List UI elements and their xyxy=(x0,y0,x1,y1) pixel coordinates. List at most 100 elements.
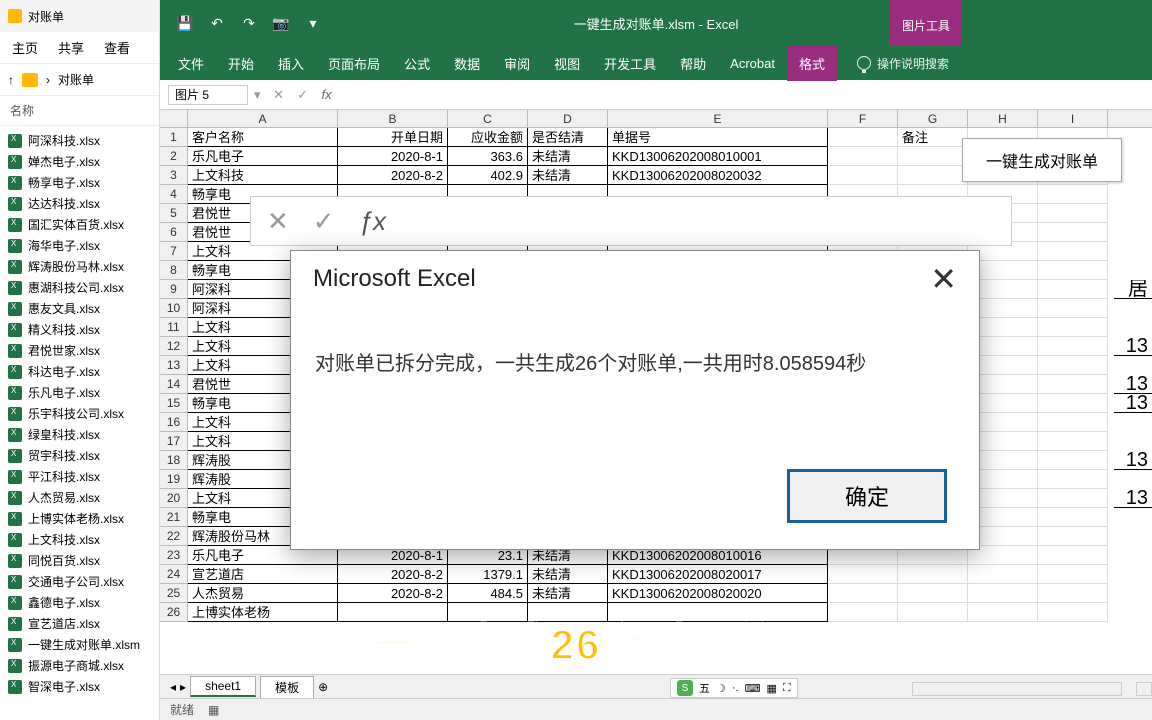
cell[interactable]: 484.5 xyxy=(448,584,528,603)
breadcrumb-folder[interactable]: 对账单 xyxy=(58,71,94,88)
file-item[interactable]: 乐宇科技公司.xlsx xyxy=(0,403,159,424)
cell[interactable] xyxy=(898,584,968,603)
file-item[interactable]: 平江科技.xlsx xyxy=(0,466,159,487)
row-header[interactable]: 16 xyxy=(160,413,188,432)
row-header[interactable]: 22 xyxy=(160,527,188,546)
column-header[interactable]: G xyxy=(898,110,968,127)
customize-icon[interactable]: ▾ xyxy=(302,12,324,34)
cell[interactable]: 上文科技 xyxy=(188,166,338,185)
file-item[interactable]: 君悦世家.xlsx xyxy=(0,340,159,361)
column-header[interactable]: C xyxy=(448,110,528,127)
menu-view[interactable]: 查看 xyxy=(104,38,130,57)
menu-home[interactable]: 主页 xyxy=(12,38,38,57)
cell[interactable] xyxy=(898,147,968,166)
cell[interactable] xyxy=(1038,413,1108,432)
file-item[interactable]: 国汇实体百货.xlsx xyxy=(0,214,159,235)
new-sheet-icon[interactable]: ⊕ xyxy=(318,680,328,694)
cell[interactable]: 402.9 xyxy=(448,166,528,185)
file-item[interactable]: 鑫德电子.xlsx xyxy=(0,592,159,613)
cell[interactable] xyxy=(1038,242,1108,261)
tab-nav-right[interactable]: ▸ xyxy=(180,680,186,694)
cell[interactable] xyxy=(1038,185,1108,204)
file-item[interactable]: 上文科技.xlsx xyxy=(0,529,159,550)
cell[interactable]: 开单日期 xyxy=(338,128,448,147)
cell[interactable] xyxy=(828,565,898,584)
file-item[interactable]: 达达科技.xlsx xyxy=(0,193,159,214)
column-header[interactable]: I xyxy=(1038,110,1108,127)
file-item[interactable]: 婵杰电子.xlsx xyxy=(0,151,159,172)
fx-icon[interactable]: fx xyxy=(315,87,339,102)
cell[interactable] xyxy=(1038,508,1108,527)
row-header[interactable]: 8 xyxy=(160,261,188,280)
row-header[interactable]: 26 xyxy=(160,603,188,622)
tab-acrobat[interactable]: Acrobat xyxy=(718,48,787,79)
camera-icon[interactable]: 📷 xyxy=(270,12,292,34)
file-item[interactable]: 人杰贸易.xlsx xyxy=(0,487,159,508)
cell[interactable]: 是否结清 xyxy=(528,128,608,147)
column-header-name[interactable]: 名称 xyxy=(0,96,159,126)
cell[interactable]: 未结清 xyxy=(528,584,608,603)
file-item[interactable]: 精义科技.xlsx xyxy=(0,319,159,340)
column-header[interactable]: D xyxy=(528,110,608,127)
cell[interactable] xyxy=(1038,565,1108,584)
column-header[interactable]: F xyxy=(828,110,898,127)
cell[interactable]: KKD13006202008020020 xyxy=(608,584,828,603)
tell-me-search[interactable]: 操作说明搜索 xyxy=(857,55,949,72)
file-item[interactable]: 振源电子商城.xlsx xyxy=(0,655,159,676)
ime-keyboard-icon[interactable]: ⌨ xyxy=(745,682,761,695)
cell[interactable] xyxy=(1038,318,1108,337)
cell[interactable] xyxy=(1038,394,1108,413)
file-item[interactable]: 上博实体老杨.xlsx xyxy=(0,508,159,529)
file-list[interactable]: 阿深科技.xlsx婵杰电子.xlsx畅享电子.xlsx达达科技.xlsx国汇实体… xyxy=(0,126,159,716)
cell[interactable] xyxy=(1038,375,1108,394)
file-item[interactable]: 科达电子.xlsx xyxy=(0,361,159,382)
cell[interactable]: 单据号 xyxy=(608,128,828,147)
cell[interactable]: 备注 xyxy=(898,128,968,147)
cancel-icon[interactable]: ✕ xyxy=(267,206,289,237)
close-icon[interactable]: ✕ xyxy=(930,263,957,295)
cell[interactable] xyxy=(828,147,898,166)
row-header[interactable]: 14 xyxy=(160,375,188,394)
row-header[interactable]: 11 xyxy=(160,318,188,337)
row-header[interactable]: 7 xyxy=(160,242,188,261)
row-header[interactable]: 24 xyxy=(160,565,188,584)
tab-formula[interactable]: 公式 xyxy=(392,46,442,81)
file-item[interactable]: 乐凡电子.xlsx xyxy=(0,382,159,403)
cell[interactable] xyxy=(898,565,968,584)
column-header[interactable]: H xyxy=(968,110,1038,127)
row-header[interactable]: 23 xyxy=(160,546,188,565)
file-item[interactable]: 交通电子公司.xlsx xyxy=(0,571,159,592)
cell[interactable] xyxy=(828,128,898,147)
row-header[interactable]: 5 xyxy=(160,204,188,223)
tab-layout[interactable]: 页面布局 xyxy=(316,46,392,81)
ime-moon-icon[interactable]: ☽ xyxy=(716,682,726,695)
cell[interactable]: 2020-8-2 xyxy=(338,166,448,185)
tab-format[interactable]: 格式 xyxy=(787,46,837,81)
cell[interactable]: 宣艺道店 xyxy=(188,565,338,584)
row-header[interactable]: 18 xyxy=(160,451,188,470)
scroll-stub[interactable] xyxy=(1136,682,1152,696)
cell[interactable] xyxy=(1038,451,1108,470)
row-header[interactable]: 3 xyxy=(160,166,188,185)
row-header[interactable]: 6 xyxy=(160,223,188,242)
row-header[interactable]: 21 xyxy=(160,508,188,527)
file-item[interactable]: 同悦百货.xlsx xyxy=(0,550,159,571)
cell[interactable]: KKD13006202008020017 xyxy=(608,565,828,584)
cell[interactable]: 1379.1 xyxy=(448,565,528,584)
tab-insert[interactable]: 插入 xyxy=(266,46,316,81)
cell[interactable]: KKD13006202008020032 xyxy=(608,166,828,185)
cell[interactable]: KKD13006202008010001 xyxy=(608,147,828,166)
row-header[interactable]: 15 xyxy=(160,394,188,413)
horizontal-scrollbar[interactable] xyxy=(912,682,1122,696)
row-header[interactable]: 2 xyxy=(160,147,188,166)
cell[interactable] xyxy=(968,603,1038,622)
column-header[interactable]: A xyxy=(188,110,338,127)
file-item[interactable]: 一键生成对账单.xlsm xyxy=(0,634,159,655)
explorer-tab-title[interactable]: 对账单 xyxy=(28,8,64,25)
file-item[interactable]: 绿皇科技.xlsx xyxy=(0,424,159,445)
ok-button[interactable]: 确定 xyxy=(787,469,947,523)
cell[interactable] xyxy=(1038,299,1108,318)
row-header[interactable]: 25 xyxy=(160,584,188,603)
cell[interactable] xyxy=(1038,527,1108,546)
cell[interactable] xyxy=(828,166,898,185)
